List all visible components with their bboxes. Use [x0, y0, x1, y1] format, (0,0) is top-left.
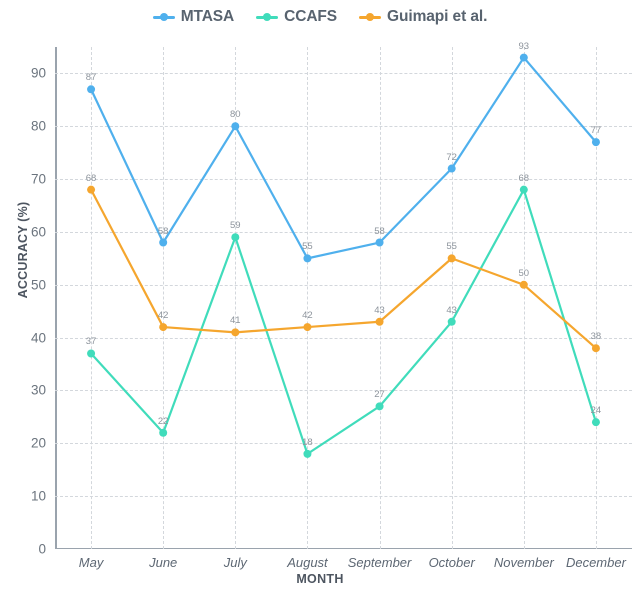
- data-point[interactable]: [303, 323, 312, 332]
- y-tick-label: 20: [30, 435, 46, 451]
- legend-dot-ccafs: [263, 13, 272, 21]
- data-point[interactable]: [159, 323, 168, 332]
- data-point[interactable]: [591, 344, 600, 353]
- x-tick-label: November: [493, 555, 554, 570]
- y-tick-label: 30: [30, 382, 46, 398]
- data-point[interactable]: [519, 280, 528, 289]
- y-tick-label: 90: [30, 65, 46, 81]
- accuracy-line-chart: MTASA CCAFS Guimapi et al. ACCURACY (%) …: [0, 0, 640, 597]
- data-point[interactable]: [375, 238, 384, 247]
- legend-label-mtasa: MTASA: [180, 8, 235, 25]
- legend-item-ccafs[interactable]: CCAFS: [256, 8, 337, 26]
- data-point[interactable]: [447, 317, 456, 326]
- data-point[interactable]: [447, 164, 456, 173]
- x-tick-label: August: [287, 555, 328, 570]
- data-point[interactable]: [519, 53, 528, 62]
- data-point[interactable]: [231, 122, 240, 131]
- data-point[interactable]: [159, 428, 168, 437]
- chart-legend: MTASA CCAFS Guimapi et al.: [0, 4, 640, 30]
- legend-label-ccafs: CCAFS: [284, 8, 338, 25]
- legend-marker-guimapi-icon: [359, 11, 382, 23]
- legend-item-mtasa[interactable]: MTASA: [152, 8, 235, 26]
- x-axis-title: MONTH: [296, 572, 344, 586]
- data-point[interactable]: [375, 317, 384, 326]
- data-point[interactable]: [303, 254, 312, 263]
- legend-dot-mtasa: [159, 13, 168, 21]
- series-line-ccafs: [89, 188, 598, 455]
- data-point[interactable]: [231, 328, 240, 337]
- plot-area: 0 10 20 30 40 50 60 70 80 90 May June July August Sep…: [31, 41, 632, 570]
- legend-marker-ccafs-icon: [256, 11, 279, 23]
- data-point[interactable]: [591, 418, 600, 427]
- legend-label-guimapi: Guimapi et al.: [387, 8, 488, 25]
- series-line-mtasa: [89, 56, 598, 260]
- x-tick-label: December: [565, 555, 626, 570]
- legend-marker-mtasa-icon: [152, 11, 175, 23]
- legend-dot-guimapi: [366, 13, 375, 21]
- y-tick-label: 50: [30, 277, 46, 293]
- legend-item-guimapi[interactable]: Guimapi et al.: [359, 8, 487, 26]
- data-point[interactable]: [159, 238, 168, 247]
- data-point[interactable]: [303, 449, 312, 458]
- x-tick-label: September: [347, 555, 412, 570]
- y-tick-label: 10: [30, 488, 46, 504]
- y-tick-label: 0: [38, 541, 46, 557]
- y-tick-label: 60: [30, 224, 46, 240]
- data-point[interactable]: [231, 233, 240, 242]
- y-tick-label: 40: [30, 330, 46, 346]
- series-line-guimapi-et-al: [89, 188, 598, 350]
- data-point[interactable]: [375, 402, 384, 411]
- data-point[interactable]: [87, 185, 96, 194]
- data-point[interactable]: [87, 349, 96, 358]
- y-tick-label: 70: [30, 171, 46, 187]
- x-tick-label: July: [223, 555, 247, 570]
- data-point[interactable]: [87, 85, 96, 94]
- series-lines: [87, 53, 600, 458]
- data-point[interactable]: [519, 185, 528, 194]
- x-tick-label: May: [78, 555, 104, 570]
- x-tick-label: June: [149, 555, 178, 570]
- y-tick-label: 80: [30, 118, 46, 134]
- y-axis-title: ACCURACY (%): [16, 201, 30, 299]
- x-tick-label: October: [428, 555, 475, 570]
- data-point[interactable]: [447, 254, 456, 263]
- data-point[interactable]: [591, 138, 600, 147]
